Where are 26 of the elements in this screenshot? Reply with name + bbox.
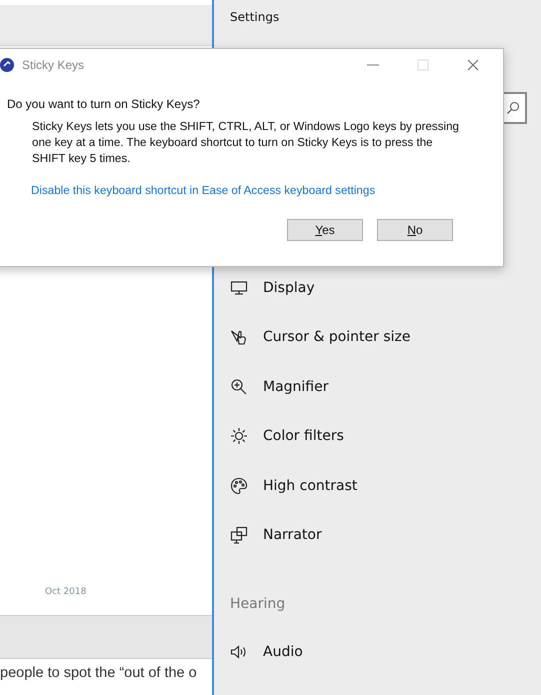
settings-item[interactable]: Audio bbox=[230, 640, 541, 664]
settings-item[interactable]: Narrator bbox=[230, 524, 541, 546]
article-date: Oct 2018 bbox=[45, 587, 86, 597]
article-text: people to spot the “out of the o bbox=[0, 665, 198, 681]
dialog-question: Do you want to turn on Sticky Keys? bbox=[7, 97, 201, 111]
settings-item[interactable]: High contrast bbox=[230, 474, 541, 497]
dialog-button[interactable]: No bbox=[377, 219, 453, 241]
close-icon[interactable] bbox=[467, 59, 479, 71]
dialog-title: Sticky Keys bbox=[22, 58, 86, 72]
section-heading: Hearing bbox=[230, 596, 286, 612]
dialog-button[interactable]: Yes bbox=[287, 219, 363, 241]
search-icon bbox=[506, 101, 520, 115]
sun-icon bbox=[230, 427, 248, 445]
screens-icon bbox=[230, 526, 248, 544]
settings-link[interactable]: Disable this keyboard shortcut in Ease of Access keyboard settings bbox=[31, 184, 503, 197]
dialog-message: Sticky Keys lets you use the SHIFT, CTRL, ALT, or Windows Logo keys by pressing one key at a time. The keyboard shortcut to turn on Sticky Keys is to press the SHIFT key 5 times. bbox=[32, 119, 460, 167]
monitor-icon bbox=[230, 278, 248, 296]
settings-item[interactable]: Magnifier bbox=[230, 375, 541, 398]
hand-pointer-icon bbox=[230, 328, 248, 346]
zoom-in-icon bbox=[230, 378, 248, 396]
settings-item[interactable]: Display bbox=[230, 276, 541, 299]
speaker-icon bbox=[230, 643, 248, 661]
settings-title: Settings bbox=[230, 10, 280, 24]
palette-icon bbox=[230, 476, 248, 494]
settings-item[interactable]: Color filters bbox=[230, 424, 541, 448]
settings-item[interactable]: Cursor & pointer size bbox=[230, 326, 541, 348]
